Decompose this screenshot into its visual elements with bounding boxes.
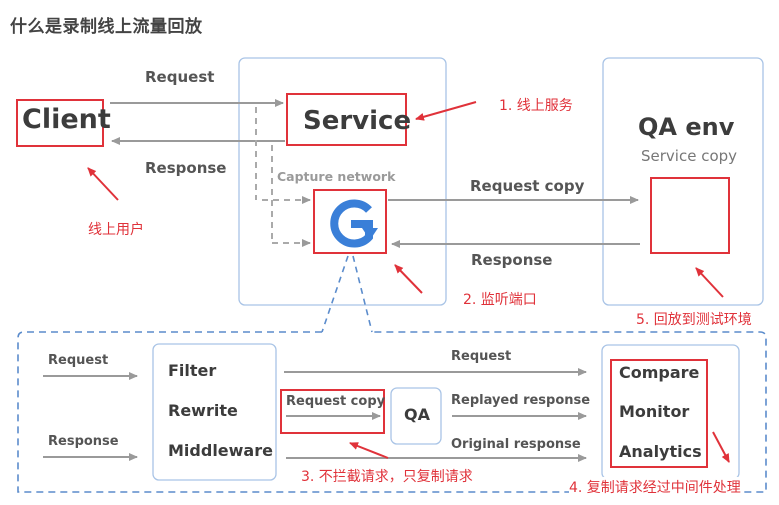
input-response-label: Response: [48, 434, 119, 449]
analysis-item-compare: Compare: [619, 363, 700, 382]
flow-original-response-label: Original response: [451, 437, 581, 452]
annotation-step-2: 2. 监听端口: [463, 292, 537, 308]
input-request-label: Request: [48, 353, 109, 368]
flow-replayed-response-label: Replayed response: [451, 393, 591, 408]
annotation-step-1: 1. 线上服务: [499, 98, 573, 114]
qa-env-title: QA env: [638, 113, 735, 141]
response-label: Response: [145, 159, 227, 177]
copy-response-label: Response: [471, 251, 553, 269]
middleware-item-rewrite: Rewrite: [168, 401, 238, 420]
goreplay-icon: [330, 199, 378, 248]
client-label: Client: [22, 104, 111, 135]
analysis-item-analytics: Analytics: [619, 442, 702, 461]
flow-request-label: Request: [451, 349, 512, 364]
annotation-arrow-analysis: [712, 431, 730, 463]
annotation-step-3: 3. 不拦截请求，只复制请求: [301, 469, 473, 485]
annotation-online-users: 线上用户: [88, 222, 144, 238]
analysis-item-monitor: Monitor: [619, 402, 690, 421]
capture-network-label: Capture network: [277, 169, 396, 184]
middleware-item-middleware: Middleware: [168, 441, 273, 460]
qa-env-subtitle: Service copy: [641, 147, 738, 165]
service-label: Service: [303, 106, 412, 136]
annotation-arrow-client: [87, 167, 119, 201]
annotation-arrow-request-copy: [349, 442, 389, 459]
annotation-step-5: 5. 回放到测试环境: [636, 312, 752, 328]
annotation-step-4: 4. 复制请求经过中间件处理: [569, 477, 741, 497]
qa-box-label: QA: [404, 405, 430, 424]
annotation-arrow-capture: [394, 264, 423, 294]
request-copy-label: Request copy: [470, 177, 585, 195]
service-copy-box: [650, 177, 730, 254]
annotation-arrow-qa: [695, 267, 724, 298]
zoom-wedge: [321, 255, 373, 333]
diagram-canvas: [16, 57, 767, 493]
request-label: Request: [145, 68, 215, 86]
qa-env-panel: [602, 57, 764, 306]
flow-request-copy-label: Request copy: [286, 394, 386, 409]
middleware-item-filter: Filter: [168, 361, 217, 380]
